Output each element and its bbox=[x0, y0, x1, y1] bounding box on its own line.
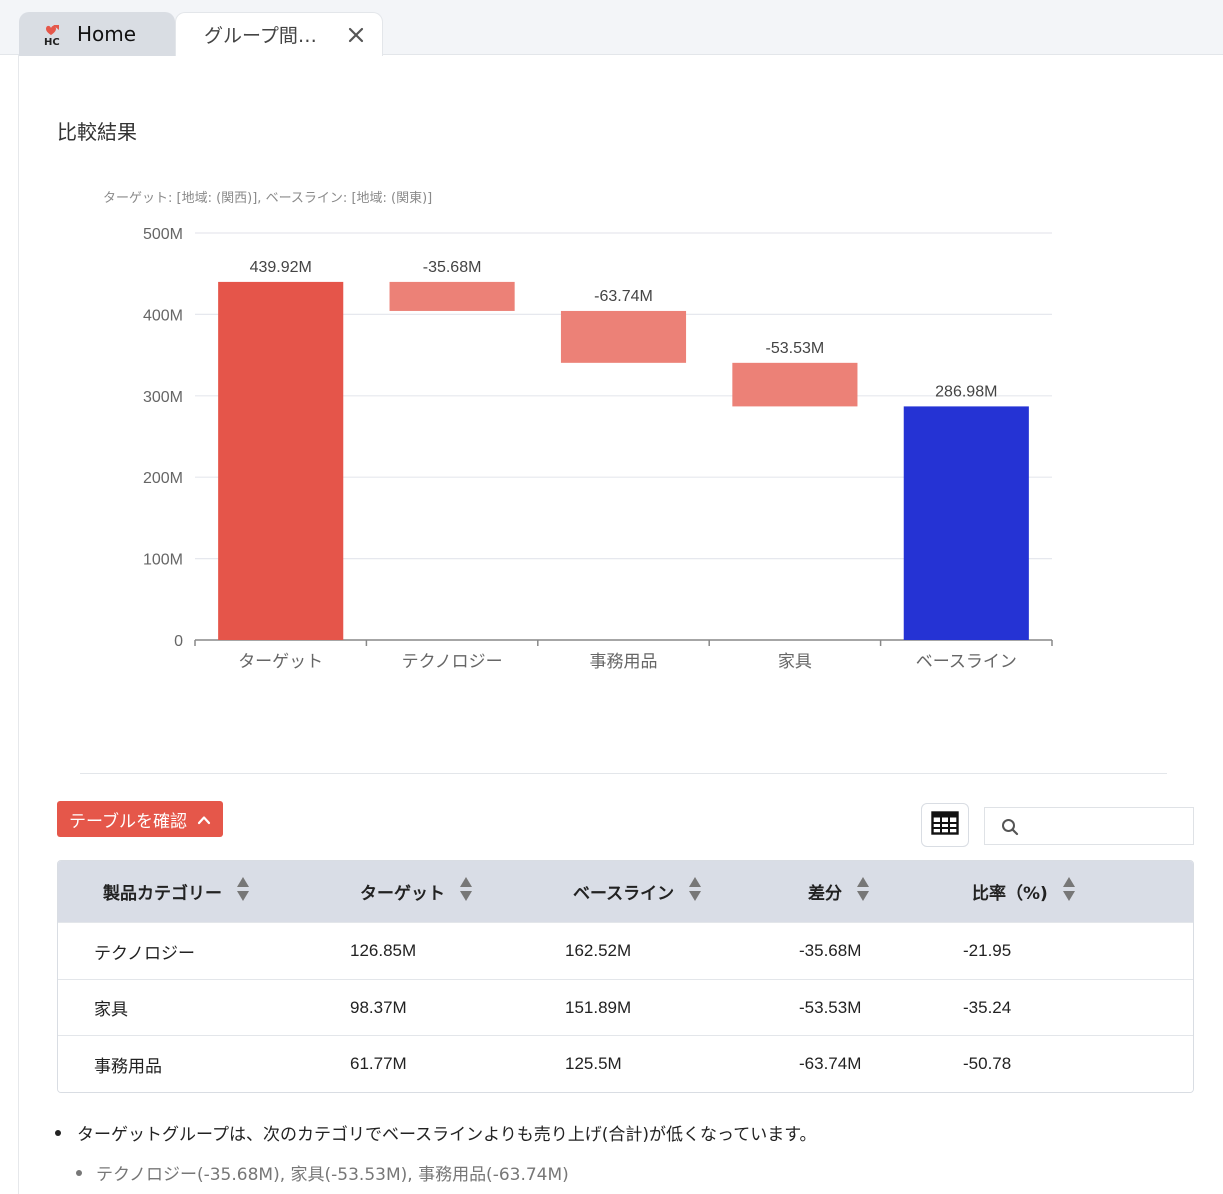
table-view-button[interactable] bbox=[921, 803, 969, 847]
y-tick-label: 400M bbox=[143, 307, 183, 324]
column-header-label: 製品カテゴリー bbox=[103, 884, 222, 904]
tab-bar: HC Home グループ間… bbox=[0, 0, 1223, 56]
column-header-ratio[interactable]: 比率（%) bbox=[972, 861, 1076, 922]
cell-difference: -63.74M bbox=[799, 1054, 862, 1073]
y-tick-label: 100M bbox=[143, 552, 183, 569]
tab-home-label: Home bbox=[77, 22, 137, 46]
x-category-label: 事務用品 bbox=[590, 652, 658, 672]
cell-category: テクノロジー bbox=[94, 943, 195, 964]
chart-subtitle: ターゲット: [地域: (関西)], ベースライン: [地域: (関東)] bbox=[103, 190, 432, 206]
cell-target: 126.85M bbox=[350, 941, 417, 960]
bar-ターゲット bbox=[218, 281, 344, 640]
insight-main-text: ターゲットグループは、次のカテゴリでベースラインよりも売り上げ(合計)が低くなっ… bbox=[77, 1125, 817, 1145]
cell-baseline: 162.52M bbox=[565, 941, 632, 960]
comparison-table: 製品カテゴリー ターゲット ベースライン 差分 比率（%) テクノロジー 126… bbox=[57, 860, 1194, 1093]
search-input[interactable] bbox=[1025, 808, 1190, 844]
bar-テクノロジー bbox=[389, 281, 515, 311]
cell-category: 事務用品 bbox=[94, 1056, 162, 1077]
cell-baseline: 151.89M bbox=[565, 997, 632, 1017]
sort-icon[interactable] bbox=[1062, 876, 1076, 907]
table-grid-icon bbox=[931, 811, 959, 839]
column-header-label: 比率（%) bbox=[972, 884, 1048, 904]
tab-group-comparison-label: グループ間… bbox=[204, 25, 317, 47]
data-label: -63.74M bbox=[594, 288, 653, 305]
confirm-table-button[interactable]: テーブルを確認 bbox=[57, 801, 223, 837]
column-header-category[interactable]: 製品カテゴリー bbox=[103, 861, 250, 922]
app-logo-icon: HC bbox=[41, 21, 67, 47]
bar-ベースライン bbox=[903, 406, 1029, 640]
column-header-label: ターゲット bbox=[360, 884, 445, 904]
divider bbox=[80, 773, 1167, 774]
cell-difference: -35.68M bbox=[799, 941, 862, 960]
insight-detail-text: テクノロジー(-35.68M), 家具(-53.53M), 事務用品(-63.7… bbox=[96, 1165, 569, 1185]
confirm-table-label: テーブルを確認 bbox=[69, 811, 187, 832]
bar-家具 bbox=[732, 362, 858, 407]
y-tick-label: 300M bbox=[143, 389, 183, 406]
search-field[interactable] bbox=[984, 807, 1194, 845]
bar-事務用品 bbox=[560, 310, 687, 363]
column-header-label: ベースライン bbox=[573, 884, 675, 904]
y-tick-label: 200M bbox=[143, 470, 183, 487]
insight-text: ターゲットグループは、次のカテゴリでベースラインよりも売り上げ(合計)が低くなっ… bbox=[55, 1120, 817, 1145]
data-label: -35.68M bbox=[423, 259, 482, 276]
svg-text:HC: HC bbox=[44, 37, 60, 47]
waterfall-chart: ターゲット: [地域: (関西)], ベースライン: [地域: (関東)] 0 10… bbox=[95, 180, 1075, 700]
tab-home[interactable]: HC Home bbox=[19, 12, 175, 56]
bullet-icon bbox=[76, 1169, 82, 1176]
sort-icon[interactable] bbox=[459, 876, 473, 907]
cell-difference: -53.53M bbox=[799, 997, 862, 1017]
data-label: 286.98M bbox=[935, 383, 997, 400]
x-category-label: 家具 bbox=[778, 652, 812, 672]
content-left-border bbox=[18, 55, 19, 1194]
search-icon bbox=[1001, 818, 1019, 840]
bullet-icon bbox=[55, 1129, 61, 1136]
table-row[interactable]: 事務用品 61.77M 125.5M -63.74M -50.78 bbox=[58, 1035, 1193, 1092]
x-category-label: テクノロジー bbox=[402, 652, 503, 672]
y-tick-label: 0 bbox=[174, 633, 183, 650]
data-label: 439.92M bbox=[250, 259, 312, 276]
x-category-label: ターゲット bbox=[238, 652, 323, 672]
sort-icon[interactable] bbox=[688, 876, 702, 907]
column-header-baseline[interactable]: ベースライン bbox=[573, 861, 702, 922]
data-label: -53.53M bbox=[766, 340, 825, 357]
column-header-label: 差分 bbox=[808, 884, 842, 904]
sort-icon[interactable] bbox=[856, 876, 870, 907]
x-category-label: ベースライン bbox=[916, 652, 1017, 672]
table-header: 製品カテゴリー ターゲット ベースライン 差分 比率（%) bbox=[58, 861, 1193, 922]
tab-group-comparison[interactable]: グループ間… bbox=[175, 12, 383, 56]
cell-target: 61.77M bbox=[350, 1054, 407, 1073]
y-tick-label: 500M bbox=[143, 226, 183, 243]
cell-target: 98.37M bbox=[350, 997, 407, 1017]
cell-category: 家具 bbox=[94, 1000, 128, 1020]
column-header-target[interactable]: ターゲット bbox=[360, 861, 473, 922]
sort-icon[interactable] bbox=[236, 876, 250, 907]
cell-baseline: 125.5M bbox=[565, 1054, 622, 1073]
section-title: 比較結果 bbox=[57, 120, 137, 144]
close-icon[interactable] bbox=[346, 25, 366, 45]
table-row[interactable]: 家具 98.37M 151.89M -53.53M -35.24 bbox=[58, 978, 1193, 1035]
table-row[interactable]: テクノロジー 126.85M 162.52M -35.68M -21.95 bbox=[58, 922, 1193, 979]
cell-ratio: -21.95 bbox=[963, 941, 1012, 960]
cell-ratio: -35.24 bbox=[963, 997, 1012, 1017]
insight-detail: テクノロジー(-35.68M), 家具(-53.53M), 事務用品(-63.7… bbox=[76, 1160, 569, 1185]
cell-ratio: -50.78 bbox=[963, 1054, 1012, 1073]
chevron-up-icon bbox=[197, 812, 211, 826]
column-header-difference[interactable]: 差分 bbox=[808, 861, 870, 922]
chart-svg: ターゲット: [地域: (関西)], ベースライン: [地域: (関東)] 0 10… bbox=[103, 190, 1053, 672]
